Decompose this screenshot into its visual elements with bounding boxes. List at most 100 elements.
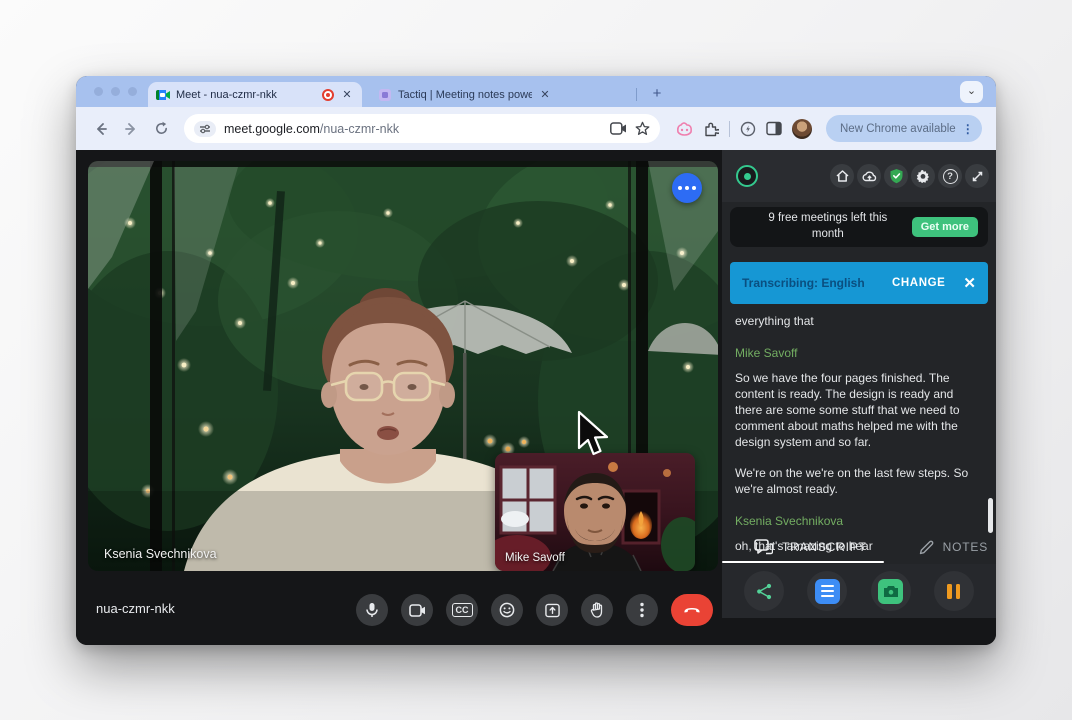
share-button[interactable] [744, 571, 784, 611]
tab-strip: Meet - nua-czmr-nkk ✕ Tactiq | Meeting n… [76, 76, 996, 107]
extensions-puzzle-icon[interactable] [703, 121, 719, 137]
tab-tactiq[interactable]: Tactiq | Meeting notes powe ✕ [370, 82, 560, 107]
help-button[interactable]: ? [938, 164, 962, 188]
active-tab-underline [722, 561, 884, 563]
tab-transcript[interactable]: TRANSCRIPT [754, 539, 867, 555]
chrome-update-label: New Chrome available [840, 123, 956, 135]
camera-in-use-icon[interactable] [610, 122, 627, 135]
side-panel-icon[interactable] [766, 121, 782, 136]
new-tab-button[interactable]: + [646, 83, 668, 105]
url-bar[interactable]: meet.google.com/nua-czmr-nkk [184, 114, 660, 143]
forward-icon [123, 121, 139, 137]
tactiq-extension-icon[interactable] [676, 121, 693, 136]
pause-icon [947, 584, 960, 599]
tab-search-chevron-icon[interactable]: ⌄ [960, 81, 983, 103]
resize-diagonal-icon [971, 170, 984, 183]
tactiq-sidebar: ? 9 free meetings left this month Get mo… [722, 150, 996, 618]
tab-notes[interactable]: NOTES [919, 540, 988, 555]
main-participant-name: Ksenia Svechnikova [104, 547, 217, 561]
url-text[interactable]: meet.google.com/nua-czmr-nkk [224, 122, 602, 136]
home-button[interactable] [830, 164, 854, 188]
reactions-button[interactable] [491, 594, 523, 626]
url-path: /nua-czmr-nkk [320, 122, 399, 136]
help-icon: ? [943, 169, 958, 184]
present-button[interactable] [536, 594, 568, 626]
settings-button[interactable] [911, 164, 935, 188]
site-settings-icon[interactable] [194, 121, 216, 137]
raise-hand-icon [590, 602, 604, 618]
meeting-code: nua-czmr-nkk [96, 601, 175, 616]
meet-page: Ksenia Svechnikova [76, 150, 996, 645]
browser-window: Meet - nua-czmr-nkk ✕ Tactiq | Meeting n… [76, 76, 996, 645]
tab-tactiq-close-icon[interactable]: ✕ [538, 88, 552, 102]
home-icon [836, 170, 849, 182]
transcribing-label: Transcribing: English [742, 276, 892, 290]
browser-toolbar: meet.google.com/nua-czmr-nkk New Chrome … [76, 107, 996, 150]
cloud-upload-button[interactable] [857, 164, 881, 188]
meet-control-bar: nua-czmr-nkk CC [76, 571, 722, 645]
main-video-tile[interactable]: Ksenia Svechnikova [88, 161, 718, 571]
change-language-button[interactable]: CHANGE [892, 277, 945, 289]
transcript-speaker: Mike Savoff [735, 345, 980, 361]
profile-avatar[interactable] [792, 119, 812, 139]
meet-favicon-icon [156, 88, 170, 102]
shield-check-icon [889, 168, 904, 184]
back-icon [93, 121, 109, 137]
get-more-button[interactable]: Get more [912, 217, 978, 237]
tab-transcript-label: TRANSCRIPT [782, 540, 867, 554]
desktop: Meet - nua-czmr-nkk ✕ Tactiq | Meeting n… [0, 0, 1072, 720]
present-screen-icon [545, 603, 560, 618]
google-docs-icon [815, 579, 840, 604]
forward-button[interactable] [118, 116, 144, 142]
screenshot-camera-icon [878, 579, 903, 604]
transcript-text: everything that [735, 313, 980, 329]
tab-notes-label: NOTES [943, 540, 988, 554]
privacy-shield-button[interactable] [884, 164, 908, 188]
tab-meet-title: Meet - nua-czmr-nkk [176, 89, 316, 101]
free-meetings-text: 9 free meetings left this month [730, 211, 912, 242]
recording-indicator-icon [322, 89, 334, 101]
tactiq-header-icons: ? [830, 164, 989, 188]
free-meetings-box: 9 free meetings left this month Get more [730, 207, 988, 247]
microphone-icon [365, 602, 379, 618]
camera-button[interactable] [401, 594, 433, 626]
battery-saver-icon[interactable] [740, 121, 756, 137]
transcript-speaker: Ksenia Svechnikova [735, 513, 980, 529]
mouse-cursor [576, 410, 610, 460]
transcript-scrollbar[interactable] [988, 498, 993, 533]
bookmark-star-icon[interactable] [635, 121, 650, 136]
meet-stage: Ksenia Svechnikova [76, 150, 722, 645]
pause-transcription-button[interactable] [934, 571, 974, 611]
tab-meet[interactable]: Meet - nua-czmr-nkk ✕ [148, 82, 362, 107]
window-controls[interactable] [94, 87, 137, 96]
emoji-smile-icon [499, 602, 515, 618]
chrome-update-pill[interactable]: New Chrome available ⋮ [826, 115, 982, 142]
reload-button[interactable] [148, 116, 174, 142]
transcript-chat-icon [754, 539, 773, 555]
raise-hand-button[interactable] [581, 594, 613, 626]
extension-icons [676, 119, 812, 139]
transcript-panel[interactable]: everything that Mike Savoff So we have t… [735, 313, 980, 554]
chat-ellipsis-badge[interactable] [672, 173, 702, 203]
tab-meet-close-icon[interactable]: ✕ [340, 88, 354, 102]
toolbar-divider [729, 121, 730, 137]
microphone-button[interactable] [356, 594, 388, 626]
pip-participant-name: Mike Savoff [505, 552, 565, 564]
cloud-upload-icon [862, 170, 877, 182]
banner-close-icon[interactable]: ✕ [963, 274, 976, 292]
export-to-docs-button[interactable] [807, 571, 847, 611]
screenshot-button[interactable] [871, 571, 911, 611]
more-options-button[interactable] [626, 594, 658, 626]
chrome-menu-kebab-icon[interactable]: ⋮ [962, 122, 974, 136]
sidebar-actions [722, 564, 996, 618]
captions-button[interactable]: CC [446, 594, 478, 626]
url-domain: meet.google.com [224, 122, 320, 136]
pip-video-tile[interactable]: Mike Savoff [495, 453, 695, 571]
back-button[interactable] [88, 116, 114, 142]
reload-icon [154, 121, 169, 136]
end-call-button[interactable] [671, 594, 713, 626]
transcribing-banner: Transcribing: English CHANGE ✕ [730, 262, 988, 304]
tactiq-logo-icon[interactable] [736, 165, 758, 187]
collapse-panel-button[interactable] [965, 164, 989, 188]
notes-pencil-icon [919, 540, 934, 555]
